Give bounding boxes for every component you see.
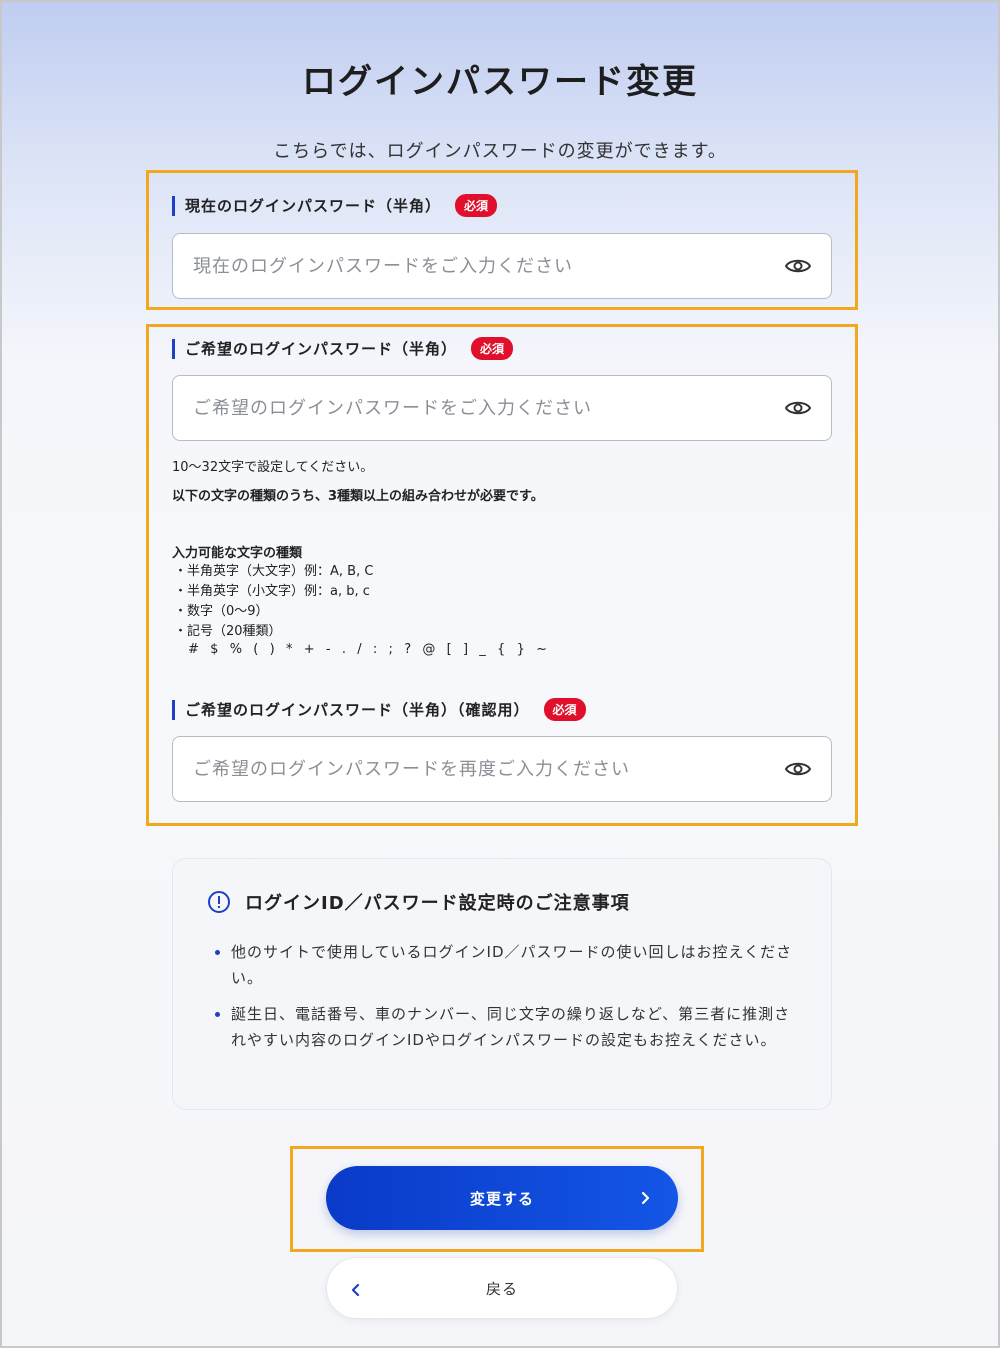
submit-button-label: 変更する bbox=[469, 1190, 534, 1208]
current-password-input[interactable] bbox=[173, 255, 781, 277]
char-type-item: ・半角英字（大文字）例：A, B, C bbox=[174, 564, 374, 579]
current-password-label: 現在のログインパスワード（半角） 必須 bbox=[172, 194, 498, 217]
back-button[interactable]: 戻る bbox=[326, 1257, 678, 1319]
submit-button[interactable]: 変更する bbox=[326, 1166, 678, 1230]
eye-icon[interactable] bbox=[781, 249, 815, 283]
new-password-label-text: ご希望のログインパスワード（半角） bbox=[185, 340, 458, 358]
info-icon bbox=[207, 890, 231, 914]
caution-list: 他のサイトで使用しているログインID／パスワードの使い回しはお控えください。 誕… bbox=[215, 939, 795, 1063]
char-types-list: ・半角英字（大文字）例：A, B, C ・半角英字（小文字）例：a, b, c … bbox=[174, 562, 373, 642]
caution-item: 誕生日、電話番号、車のナンバー、同じ文字の繰り返しなど、第三者に推測されやすい内… bbox=[215, 1001, 795, 1053]
caution-title: ログインID／パスワード設定時のご注意事項 bbox=[245, 893, 630, 914]
allowed-symbols: # $ % ( ) * + - . / : ; ? @ [ ] _ { } ~ bbox=[188, 642, 549, 657]
required-badge: 必須 bbox=[543, 698, 586, 721]
page-description: こちらでは、ログインパスワードの変更ができます。 bbox=[273, 141, 727, 162]
page-frame: ログインパスワード変更 こちらでは、ログインパスワードの変更ができます。 現在の… bbox=[0, 0, 1000, 1348]
required-badge: 必須 bbox=[455, 194, 498, 217]
required-badge: 必須 bbox=[471, 337, 514, 360]
char-types-title: 入力可能な文字の種類 bbox=[172, 546, 303, 561]
new-password-field bbox=[172, 375, 832, 441]
caution-item: 他のサイトで使用しているログインID／パスワードの使い回しはお控えください。 bbox=[215, 939, 795, 991]
eye-icon[interactable] bbox=[781, 752, 815, 786]
chevron-left-icon bbox=[349, 1280, 361, 1304]
new-password-input[interactable] bbox=[173, 397, 781, 419]
confirm-password-field bbox=[172, 736, 832, 802]
label-bar bbox=[172, 699, 175, 720]
password-length-rule: 10〜32文字で設定してください。 bbox=[172, 460, 374, 475]
confirm-password-label: ご希望のログインパスワード（半角）（確認用） 必須 bbox=[172, 698, 586, 721]
eye-icon[interactable] bbox=[781, 391, 815, 425]
char-type-item: ・記号（20種類） bbox=[174, 624, 282, 639]
page-title: ログインパスワード変更 bbox=[302, 62, 698, 102]
confirm-password-input[interactable] bbox=[173, 758, 781, 780]
password-combination-rule: 以下の文字の種類のうち、3種類以上の組み合わせが必要です。 bbox=[172, 489, 544, 504]
confirm-password-label-text: ご希望のログインパスワード（半角）（確認用） bbox=[185, 701, 530, 719]
label-bar bbox=[172, 195, 175, 216]
chevron-right-icon bbox=[640, 1188, 652, 1212]
back-button-label: 戻る bbox=[485, 1280, 518, 1298]
char-type-item: ・半角英字（小文字）例：a, b, c bbox=[174, 584, 370, 599]
caution-box: ログインID／パスワード設定時のご注意事項 他のサイトで使用しているログインID… bbox=[172, 858, 832, 1110]
current-password-field bbox=[172, 233, 832, 299]
current-password-label-text: 現在のログインパスワード（半角） bbox=[185, 197, 442, 215]
label-bar bbox=[172, 338, 175, 359]
caution-heading: ログインID／パスワード設定時のご注意事項 bbox=[207, 889, 630, 915]
new-password-label: ご希望のログインパスワード（半角） 必須 bbox=[172, 337, 514, 360]
char-type-item: ・数字（0〜9） bbox=[174, 604, 269, 619]
